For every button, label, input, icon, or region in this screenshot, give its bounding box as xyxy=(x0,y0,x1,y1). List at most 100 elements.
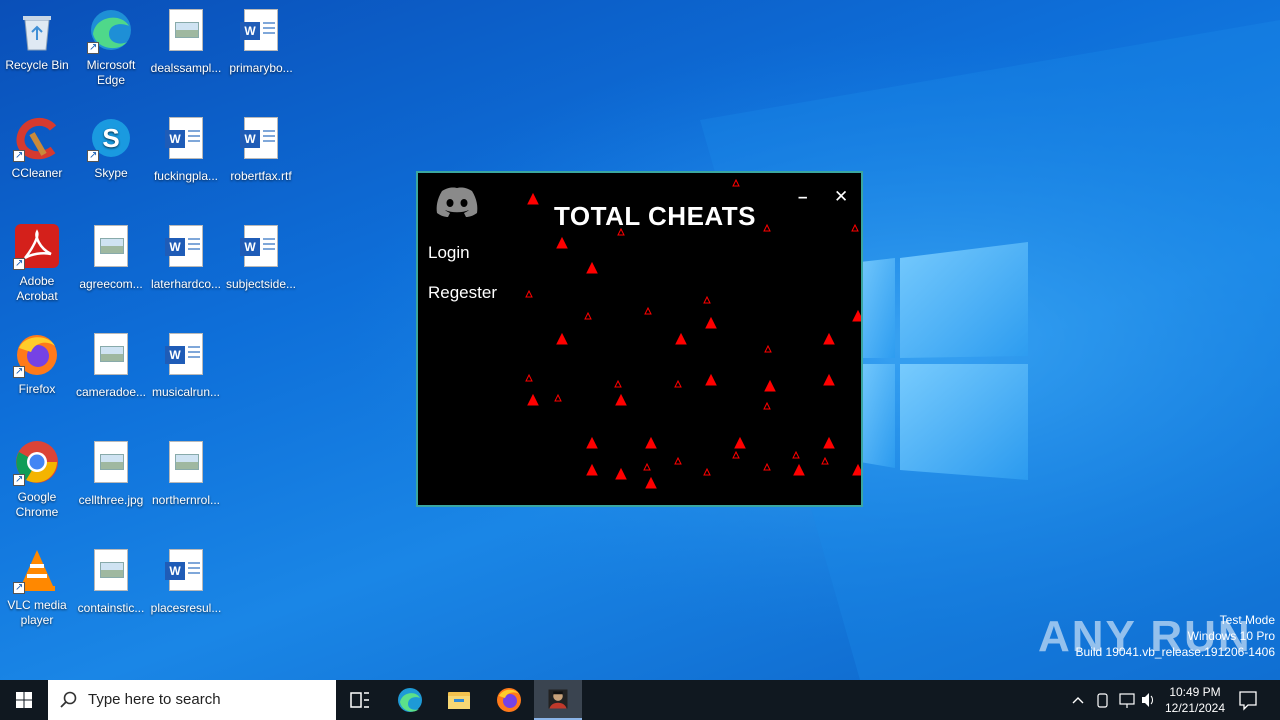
close-button[interactable]: ✕ xyxy=(834,187,848,207)
desktop-icon-label: CCleaner xyxy=(11,166,63,180)
desktop-icon[interactable]: Wlaterhardco... xyxy=(148,222,224,292)
word-file-icon: W xyxy=(162,225,210,273)
particle-triangle xyxy=(527,192,539,205)
particle-triangle xyxy=(645,476,657,489)
desktop-icon-label: cameradoe... xyxy=(75,385,147,399)
particle-triangle xyxy=(705,373,717,386)
word-file-icon: W xyxy=(237,9,285,57)
desktop-icon[interactable]: dealssampl... xyxy=(148,6,224,76)
particle-triangle xyxy=(823,373,835,386)
image-file-icon xyxy=(87,333,135,381)
particle-triangle xyxy=(643,462,651,471)
skype-icon: S xyxy=(87,114,135,163)
desktop-icon-label: Google Chrome xyxy=(15,490,59,519)
total-cheats-window[interactable]: TOTAL CHEATS Login Regester – ✕ xyxy=(416,171,863,507)
desktop-icon[interactable]: Wsubjectside... xyxy=(223,222,299,292)
desktop-icon-label: Recycle Bin xyxy=(5,58,69,72)
total-cheats-app-icon[interactable] xyxy=(534,680,582,720)
chevron-up-icon xyxy=(1072,697,1084,704)
image-file-icon xyxy=(87,549,135,597)
particle-triangle xyxy=(525,289,533,298)
login-button[interactable]: Login xyxy=(428,243,470,263)
shortcut-arrow-icon xyxy=(13,364,25,379)
particle-triangle xyxy=(586,436,598,449)
desktop-icon[interactable]: Google Chrome xyxy=(0,438,75,520)
particle-triangle xyxy=(734,436,746,449)
desktop-icon-label: laterhardco... xyxy=(150,277,222,291)
usb-icon xyxy=(1097,693,1108,708)
discord-icon xyxy=(436,187,478,217)
desktop-icon-label: robertfax.rtf xyxy=(230,169,292,183)
particle-triangle xyxy=(793,463,805,476)
particle-triangle xyxy=(703,295,711,304)
desktop-icon[interactable]: Wfuckingpla... xyxy=(148,114,224,184)
recycle-bin-icon xyxy=(13,6,61,54)
image-file-icon xyxy=(162,9,210,57)
firefox-taskbar-icon[interactable] xyxy=(485,680,533,720)
word-file-icon: W xyxy=(162,333,210,381)
desktop-icon[interactable]: Recycle Bin xyxy=(0,6,75,73)
desktop-icon[interactable]: Adobe Acrobat xyxy=(0,222,75,304)
particle-triangle xyxy=(821,456,829,465)
file-explorer-icon[interactable] xyxy=(435,680,483,720)
desktop-icon-label: placesresul... xyxy=(150,601,222,615)
particle-triangle xyxy=(792,450,800,459)
notification-icon[interactable] xyxy=(1236,680,1260,720)
system-tray-icons[interactable] xyxy=(1068,680,1156,720)
taskbar: Type here to search 10:49 PM 12/21/2024 xyxy=(0,680,1280,720)
search-icon xyxy=(60,691,77,708)
start-button[interactable] xyxy=(0,680,48,720)
word-file-icon: W xyxy=(237,225,285,273)
ccleaner-icon xyxy=(13,114,61,163)
desktop-icon-label: Skype xyxy=(94,166,128,180)
search-placeholder: Type here to search xyxy=(88,691,221,708)
network-icon xyxy=(1119,693,1135,705)
particle-triangle xyxy=(764,344,772,353)
particle-triangle xyxy=(763,223,771,232)
particle-triangle xyxy=(584,311,592,320)
desktop-icon[interactable]: S Skype xyxy=(73,114,149,181)
shortcut-arrow-icon xyxy=(13,472,25,487)
clock-time: 10:49 PM xyxy=(1169,685,1221,699)
clock-date: 12/21/2024 xyxy=(1164,701,1226,715)
desktop-icon[interactable]: Microsoft Edge xyxy=(73,6,149,88)
desktop-icon[interactable]: agreecom... xyxy=(73,222,149,292)
particle-triangle xyxy=(586,463,598,476)
image-file-icon xyxy=(87,225,135,273)
desktop-icon[interactable]: cellthree.jpg xyxy=(73,438,149,508)
desktop-icon[interactable]: northernrol... xyxy=(148,438,224,508)
minimize-button[interactable]: – xyxy=(798,187,807,207)
register-button[interactable]: Regester xyxy=(428,283,497,303)
chrome-icon xyxy=(13,438,61,487)
desktop-icon[interactable]: Wplacesresul... xyxy=(148,546,224,616)
desktop-icon[interactable]: Wmusicalrun... xyxy=(148,330,224,400)
desktop-icon[interactable]: cameradoe... xyxy=(73,330,149,400)
desktop-icon[interactable]: Firefox xyxy=(0,330,75,397)
desktop-icon-label: northernrol... xyxy=(151,493,221,507)
edge-taskbar-icon[interactable] xyxy=(386,680,434,720)
particle-triangle xyxy=(674,456,682,465)
desktop-icon-label: musicalrun... xyxy=(151,385,221,399)
shortcut-arrow-icon xyxy=(13,580,25,595)
desktop-icon[interactable]: CCleaner xyxy=(0,114,75,181)
desktop-icon[interactable]: Wprimarybo... xyxy=(223,6,299,76)
particle-triangle xyxy=(851,223,859,232)
edge-icon xyxy=(87,6,135,55)
taskbar-search-box[interactable]: Type here to search xyxy=(48,680,336,720)
particle-triangle xyxy=(556,236,568,249)
particle-triangle xyxy=(703,467,711,476)
desktop-icon-label: Adobe Acrobat xyxy=(16,274,58,303)
particle-triangle xyxy=(554,393,562,402)
task-view-icon[interactable] xyxy=(336,680,384,720)
desktop-icon[interactable]: containstic... xyxy=(73,546,149,616)
particle-triangle xyxy=(586,261,598,274)
taskbar-clock[interactable]: 10:49 PM 12/21/2024 xyxy=(1158,684,1232,716)
desktop-icon[interactable]: Wrobertfax.rtf xyxy=(223,114,299,184)
desktop-icon-label: Firefox xyxy=(18,382,56,396)
particle-triangle xyxy=(852,309,861,322)
app-title: TOTAL CHEATS xyxy=(554,201,756,231)
edition-text: Windows 10 Pro xyxy=(1187,629,1275,643)
desktop-icon-label: dealssampl... xyxy=(150,61,222,75)
particle-triangle xyxy=(614,379,622,388)
desktop-icon[interactable]: VLC media player xyxy=(0,546,75,628)
